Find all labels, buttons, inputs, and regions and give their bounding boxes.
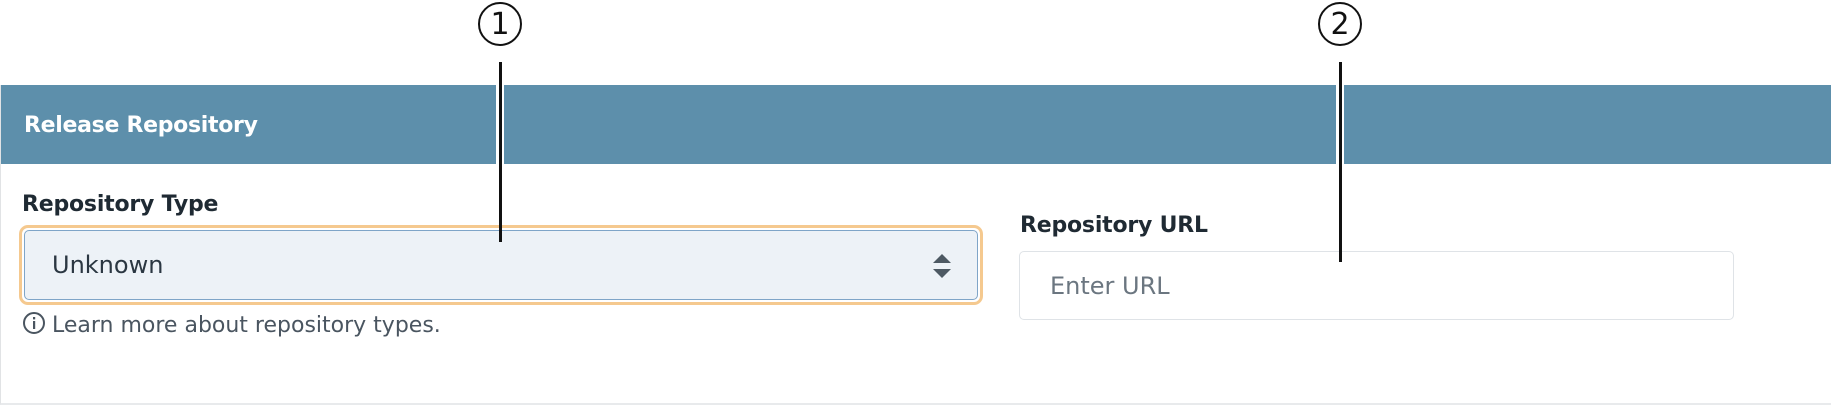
callout-1-line [499,62,502,242]
repository-type-selected-value: Unknown [52,251,164,279]
callout-2-line [1339,62,1342,262]
sort-arrows-icon [931,251,953,281]
info-circle-icon [22,311,46,339]
callout-1-marker: 1 [478,2,522,46]
repository-type-help: Learn more about repository types. [22,311,441,339]
panel-header: Release Repository [1,85,1831,164]
panel-title: Release Repository [24,113,258,138]
repository-url-label: Repository URL [1020,213,1208,238]
repository-url-input[interactable] [1019,251,1734,320]
callout-2-marker: 2 [1318,2,1362,46]
learn-more-repository-types-link[interactable]: Learn more about repository types. [52,313,441,338]
callout-2-number: 2 [1330,6,1350,42]
repository-type-label: Repository Type [22,192,219,217]
callout-1-number: 1 [490,6,510,42]
page: Release Repository Repository Type Unkno… [0,0,1831,407]
